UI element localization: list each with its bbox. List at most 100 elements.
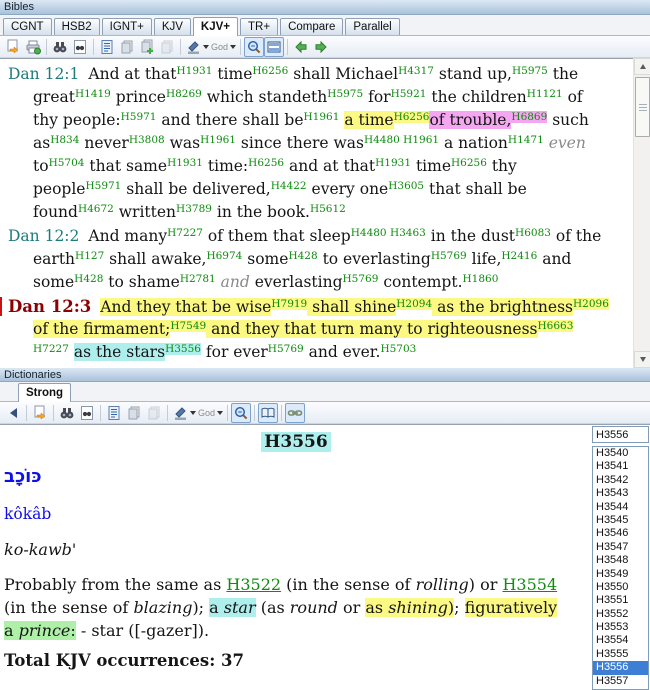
strong-number[interactable]: H5612 — [310, 203, 346, 215]
strong-number[interactable]: H4422 — [271, 180, 307, 192]
strong-number[interactable]: H2416 — [501, 250, 537, 262]
strongs-list-item[interactable]: H3546 — [593, 527, 648, 540]
export-verse-button[interactable] — [3, 37, 23, 57]
strong-number[interactable]: H6663 — [537, 320, 574, 332]
entry-list-button[interactable] — [104, 403, 124, 423]
strong-number[interactable]: H2096 — [573, 298, 609, 310]
strong-number[interactable]: H6869 — [511, 111, 548, 123]
strongs-list-item[interactable]: H3553 — [593, 621, 648, 634]
strong-number[interactable]: H1931 — [375, 157, 411, 169]
search-button[interactable] — [57, 403, 77, 423]
strong-number[interactable]: H127 — [75, 250, 104, 262]
verse-reference[interactable]: Dan 12:3 — [8, 297, 91, 316]
tab-hsb2[interactable]: HSB2 — [53, 18, 100, 35]
tab-compare[interactable]: Compare — [280, 18, 344, 35]
tab-kjv[interactable]: KJV — [153, 18, 191, 35]
dictionary-compare-button[interactable] — [258, 402, 279, 423]
tab-igntplus[interactable]: IGNT+ — [101, 18, 152, 35]
link-panels-button[interactable] — [285, 402, 306, 423]
strong-number[interactable]: H2781 — [180, 273, 216, 285]
dictionary-back-button[interactable] — [3, 403, 23, 423]
strongs-list-item[interactable]: H3549 — [593, 568, 648, 581]
strong-number[interactable]: H4480 H1961 — [364, 134, 439, 146]
strong-number[interactable]: H7919 — [271, 298, 308, 310]
scroll-down-button[interactable] — [634, 351, 650, 368]
strong-number[interactable]: H6974 — [206, 250, 242, 262]
search-button[interactable] — [50, 37, 70, 57]
strong-number[interactable]: H3605 — [388, 180, 424, 192]
copy-verse-button[interactable] — [117, 37, 137, 57]
strong-number[interactable]: H6083 — [515, 227, 551, 239]
verse-reference[interactable]: Dan 12:2 — [8, 227, 79, 245]
strongs-list-item[interactable]: H3550 — [593, 581, 648, 594]
strong-number[interactable]: H3808 — [129, 134, 165, 146]
strong-number[interactable]: H1121 — [527, 88, 563, 100]
strong-number[interactable]: H5703 — [380, 343, 416, 355]
history-back-button[interactable] — [291, 37, 311, 57]
strong-number[interactable]: H7549 — [170, 320, 207, 332]
strong-number[interactable]: H1961 — [200, 134, 236, 146]
strong-number[interactable]: H6256 — [252, 65, 288, 77]
strong-number[interactable]: H5921 — [391, 88, 427, 100]
search-entry-list-button[interactable] — [77, 403, 97, 423]
strong-number[interactable]: H1419 — [75, 88, 111, 100]
strongs-list-item[interactable]: H3556 — [593, 661, 648, 675]
highlighter-dropdown[interactable] — [184, 37, 210, 57]
copy-disabled-button[interactable] — [157, 37, 177, 57]
tab-parallel[interactable]: Parallel — [345, 18, 400, 35]
tab-kjvplus[interactable]: KJV+ — [192, 17, 239, 36]
scrollbar-thumb[interactable] — [635, 77, 650, 137]
verse-list-button[interactable] — [97, 37, 117, 57]
strong-number[interactable]: H5769 — [431, 250, 467, 262]
strongs-list-item[interactable]: H3548 — [593, 554, 648, 567]
god-dropdown[interactable]: God — [197, 403, 224, 423]
strong-number[interactable]: H1471 — [508, 134, 544, 146]
strongs-list-item[interactable]: H3552 — [593, 608, 648, 621]
strong-number[interactable]: H5769 — [268, 343, 304, 355]
strong-number[interactable]: H4480 H3463 — [351, 227, 426, 239]
strong-number[interactable]: H2094 — [396, 298, 433, 310]
strong-number[interactable]: H7227 — [167, 227, 203, 239]
zoom-toggle-button[interactable] — [244, 36, 265, 57]
copy-plus-button[interactable] — [137, 37, 157, 57]
strong-link[interactable]: H3522 — [226, 575, 281, 594]
strong-number[interactable]: H5975 — [327, 88, 363, 100]
strongs-list-item[interactable]: H3557 — [593, 675, 648, 688]
strong-number[interactable]: H4672 — [78, 203, 114, 215]
strongs-list-item[interactable]: H3543 — [593, 487, 648, 500]
bible-text-area[interactable]: Dan 12:1 And at thatH1931 timeH6256 shall… — [0, 58, 650, 368]
strong-number[interactable]: H5769 — [343, 273, 379, 285]
strong-number[interactable]: H428 — [74, 273, 103, 285]
strongs-number-list[interactable]: H3540 H3541 H3542 H3543 H3544 H3545 H3546 H3547… — [592, 446, 649, 690]
search-verse-list-button[interactable] — [70, 37, 90, 57]
strong-number[interactable]: H3556 — [165, 343, 201, 355]
strongs-list-item[interactable]: H3540 — [593, 447, 648, 460]
strong-number[interactable]: H5971 — [121, 111, 157, 123]
strong-number[interactable]: H428 — [288, 250, 317, 262]
strong-link[interactable]: H3554 — [502, 575, 557, 594]
tab-strong[interactable]: Strong — [18, 383, 72, 402]
history-forward-button[interactable] — [311, 37, 331, 57]
dictionary-content-area[interactable]: H3556 כּוֹכָב kôkâb ko-kawb' Probably fr… — [0, 424, 650, 690]
strongs-list-item[interactable]: H3555 — [593, 648, 648, 661]
strong-number[interactable]: H6256 — [393, 111, 430, 123]
split-window-button[interactable] — [264, 36, 285, 57]
strongs-lookup-input[interactable] — [592, 426, 649, 443]
tab-cgnt[interactable]: CGNT — [3, 18, 52, 35]
strong-number[interactable]: H8269 — [166, 88, 202, 100]
god-dropdown[interactable]: God — [210, 37, 237, 57]
copy-disabled-button[interactable] — [144, 403, 164, 423]
strong-number[interactable]: H1961 — [304, 111, 340, 123]
export-entry-button[interactable] — [30, 403, 50, 423]
strong-number[interactable]: H3789 — [176, 203, 212, 215]
strong-number[interactable]: H5704 — [49, 157, 85, 169]
strongs-list-item[interactable]: H3541 — [593, 460, 648, 473]
verse-reference[interactable]: Dan 12:1 — [8, 65, 79, 83]
strong-number[interactable]: H6256 — [248, 157, 284, 169]
strongs-list-item[interactable]: H3547 — [593, 541, 648, 554]
print-button[interactable] — [23, 37, 43, 57]
strongs-list-item[interactable]: H3554 — [593, 634, 648, 647]
highlighter-dropdown[interactable] — [171, 403, 197, 423]
strong-number[interactable]: H7227 — [33, 343, 69, 355]
strong-number[interactable]: H6256 — [451, 157, 487, 169]
